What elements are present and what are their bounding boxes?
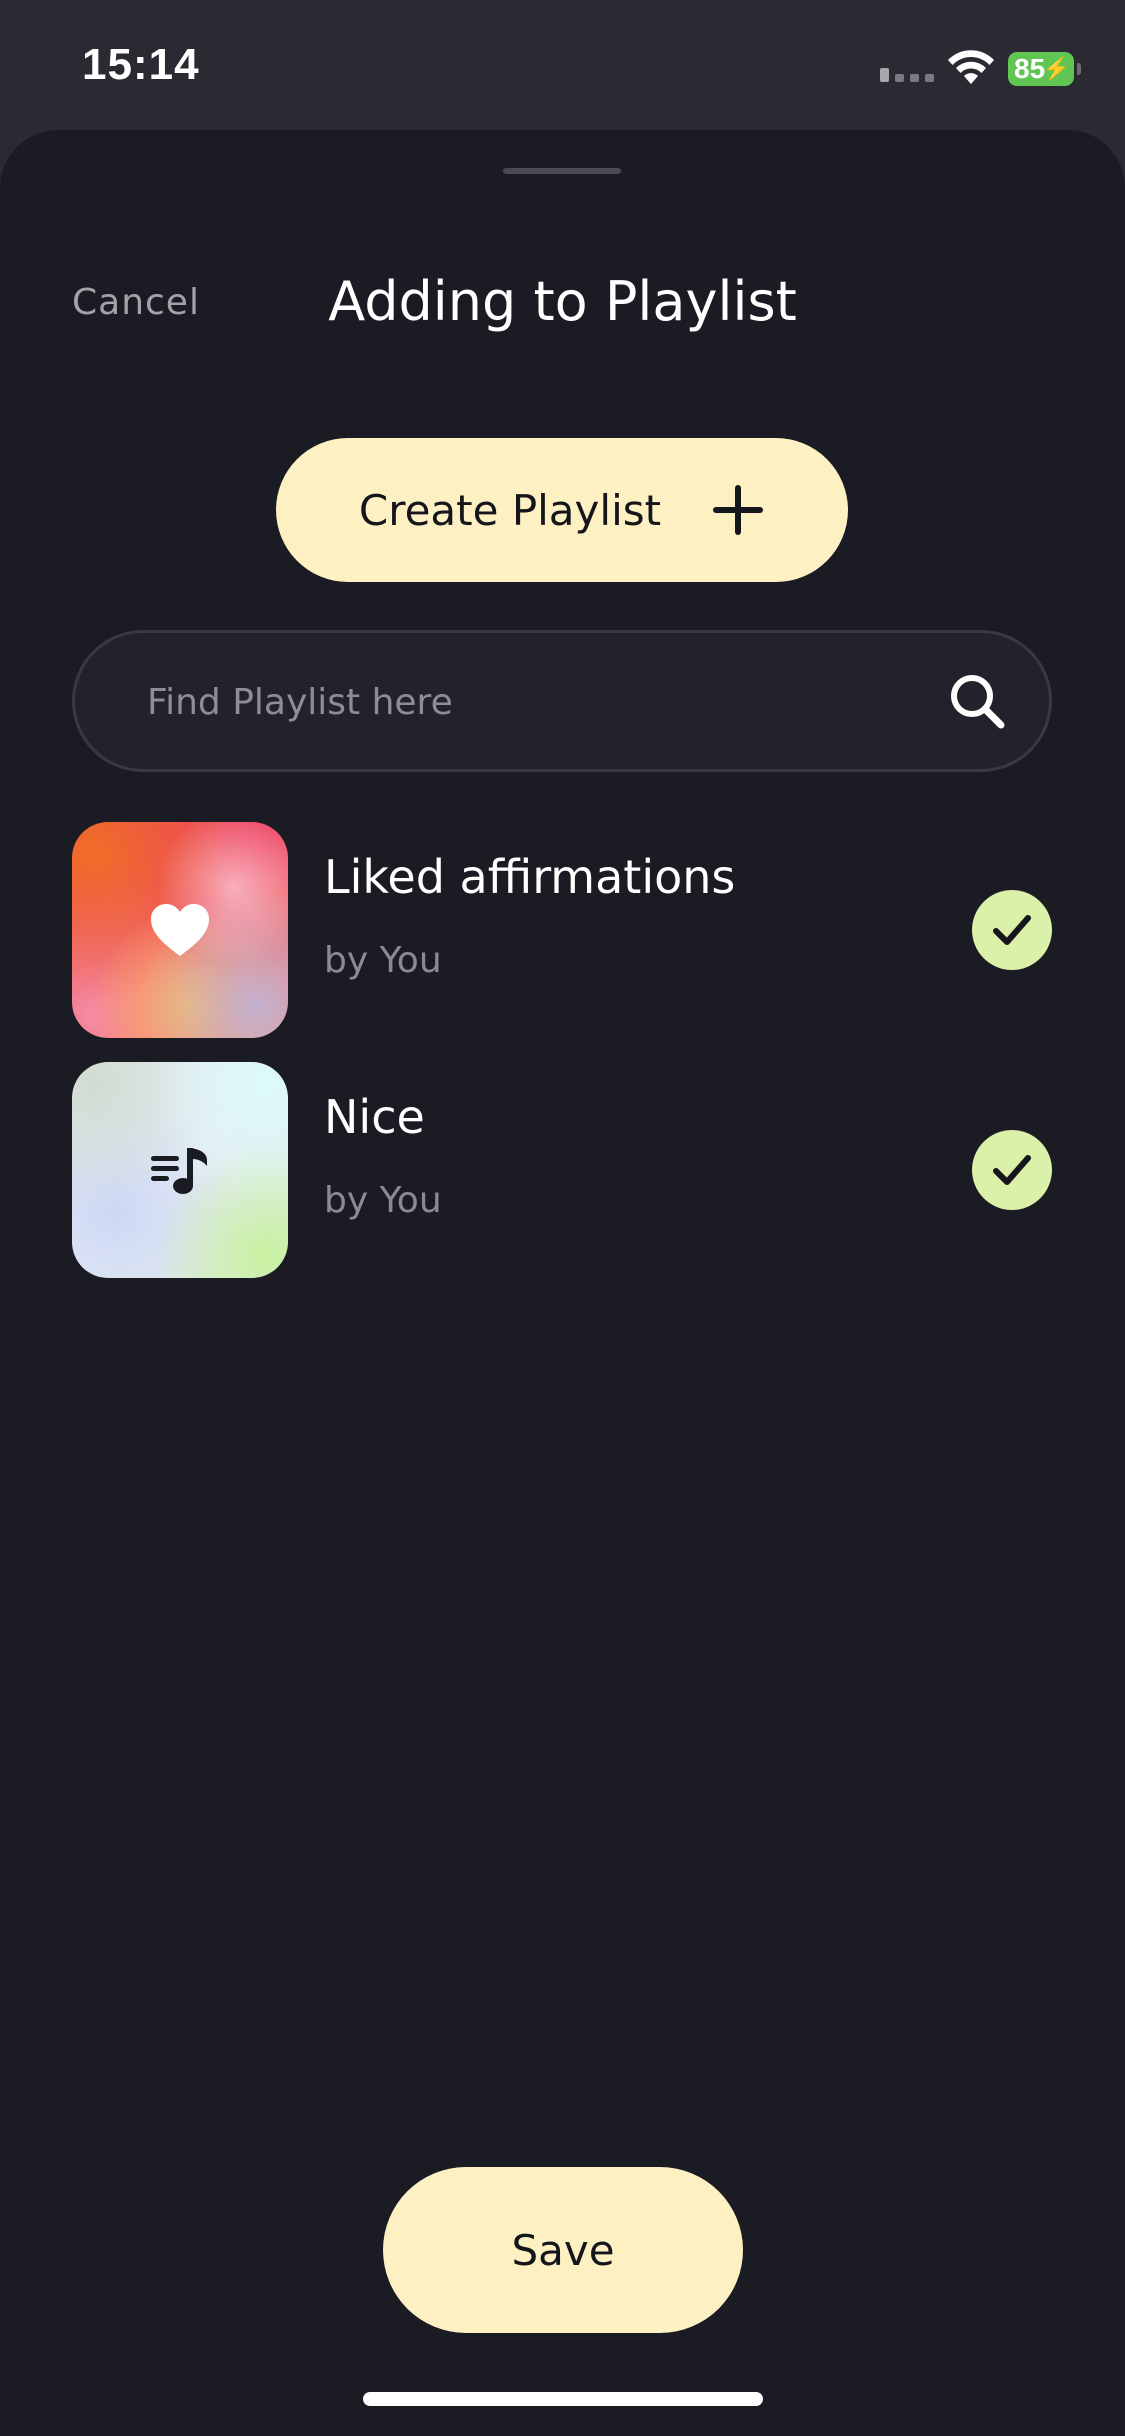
add-to-playlist-sheet: Cancel Adding to Playlist Create Playlis… (0, 130, 1125, 2436)
status-bar: 15:14 85 ⚡ (0, 0, 1125, 130)
playlist-name: Liked affirmations (324, 850, 736, 904)
status-time: 15:14 (82, 40, 200, 89)
heart-icon (151, 904, 209, 956)
playlist-cover (72, 1062, 288, 1278)
search-icon[interactable] (947, 671, 1007, 731)
checkmark-icon (993, 915, 1031, 945)
battery-icon: 85 ⚡ (1008, 52, 1081, 86)
playlist-cover (72, 822, 288, 1038)
playlist-search-bar (72, 630, 1052, 772)
playlist-row-liked-affirmations[interactable]: Liked affirmations by You (72, 822, 1052, 1038)
selected-checkbox[interactable] (972, 890, 1052, 970)
battery-level: 85 (1014, 53, 1046, 84)
create-playlist-button[interactable]: Create Playlist (276, 438, 848, 582)
checkmark-icon (993, 1155, 1031, 1185)
plus-icon (713, 485, 764, 535)
charging-bolt-icon: ⚡ (1042, 56, 1070, 81)
playlist-name: Nice (324, 1090, 425, 1144)
home-indicator (363, 2392, 763, 2406)
playlist-owner: by You (324, 1180, 442, 1221)
wifi-icon (948, 50, 994, 84)
sheet-grabber[interactable] (503, 168, 621, 174)
save-button[interactable]: Save (383, 2167, 743, 2333)
create-playlist-label: Create Playlist (358, 485, 662, 535)
selected-checkbox[interactable] (972, 1130, 1052, 1210)
search-input[interactable] (145, 633, 889, 771)
playlist-owner: by You (324, 940, 442, 981)
music-queue-icon (151, 1148, 207, 1194)
cellular-signal-icon (880, 68, 934, 82)
playlist-row-nice[interactable]: Nice by You (72, 1062, 1052, 1278)
sheet-title: Adding to Playlist (328, 270, 797, 333)
